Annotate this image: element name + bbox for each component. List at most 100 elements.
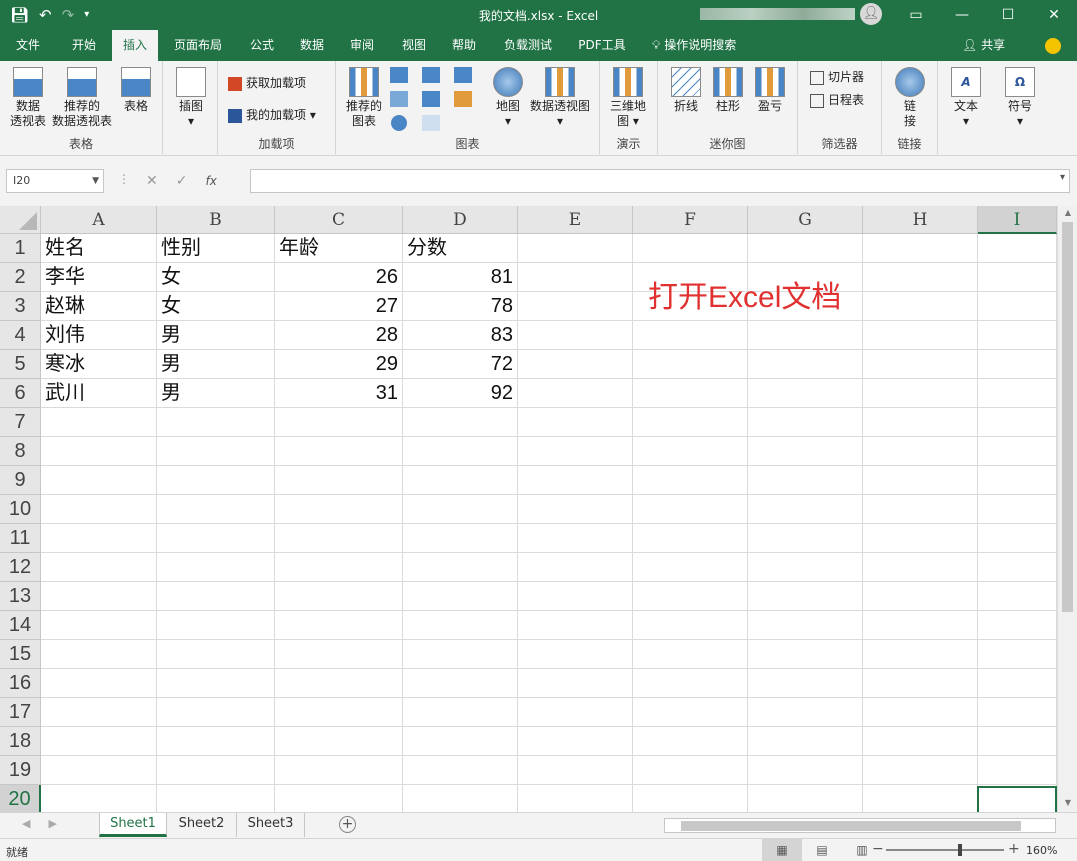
cell-c4[interactable]: 28: [275, 321, 403, 350]
cell-e19[interactable]: [518, 756, 633, 785]
cell-d14[interactable]: [403, 611, 518, 640]
sheet-tab-sheet2[interactable]: Sheet2: [167, 813, 237, 837]
cell-e11[interactable]: [518, 524, 633, 553]
cell-c5[interactable]: 29: [275, 350, 403, 379]
cell-c8[interactable]: [275, 437, 403, 466]
slicer-button[interactable]: 切片器: [810, 69, 864, 85]
worksheet-grid[interactable]: A B C D E F G H I 1 姓名 性别 年龄 分数 2 李华女 26 81 3 赵琳女 2…: [0, 206, 1077, 812]
cell-g14[interactable]: [748, 611, 863, 640]
cell-a12[interactable]: [41, 553, 157, 582]
cell-i1[interactable]: [978, 234, 1057, 263]
row-header-2[interactable]: 2: [0, 263, 41, 292]
cell-a13[interactable]: [41, 582, 157, 611]
hierarchy-chart-button[interactable]: [420, 67, 446, 83]
cell-g13[interactable]: [748, 582, 863, 611]
row-header-4[interactable]: 4: [0, 321, 41, 350]
cell-f16[interactable]: [633, 669, 748, 698]
cell-i17[interactable]: [978, 698, 1057, 727]
cell-f19[interactable]: [633, 756, 748, 785]
zoom-slider[interactable]: [886, 844, 1004, 856]
user-avatar-icon[interactable]: 👤︎: [860, 3, 882, 25]
row-header-15[interactable]: 15: [0, 640, 41, 669]
cell-h16[interactable]: [863, 669, 978, 698]
row-header-16[interactable]: 16: [0, 669, 41, 698]
cell-d7[interactable]: [403, 408, 518, 437]
cell-e17[interactable]: [518, 698, 633, 727]
name-box[interactable]: I20 ▼: [6, 169, 104, 193]
cell-b20[interactable]: [157, 785, 275, 812]
sheet-tab-sheet3[interactable]: Sheet3: [237, 813, 305, 837]
cell-i6[interactable]: [978, 379, 1057, 408]
cell-g15[interactable]: [748, 640, 863, 669]
cell-g11[interactable]: [748, 524, 863, 553]
cell-c2[interactable]: 26: [275, 263, 403, 292]
tab-help[interactable]: 帮助: [442, 30, 486, 61]
row-header-18[interactable]: 18: [0, 727, 41, 756]
cell-a16[interactable]: [41, 669, 157, 698]
cell-h11[interactable]: [863, 524, 978, 553]
tab-data[interactable]: 数据: [290, 30, 334, 61]
cell-i18[interactable]: [978, 727, 1057, 756]
cell-a11[interactable]: [41, 524, 157, 553]
zoom-in-icon[interactable]: +: [1008, 841, 1020, 857]
cell-e18[interactable]: [518, 727, 633, 756]
cell-f13[interactable]: [633, 582, 748, 611]
cell-a8[interactable]: [41, 437, 157, 466]
cell-h12[interactable]: [863, 553, 978, 582]
cell-b16[interactable]: [157, 669, 275, 698]
cell-d16[interactable]: [403, 669, 518, 698]
zoom-out-icon[interactable]: −: [872, 841, 884, 857]
cell-h1[interactable]: [863, 234, 978, 263]
cell-b3[interactable]: 女: [157, 292, 275, 321]
enter-icon[interactable]: ✓: [176, 169, 188, 193]
cell-g9[interactable]: [748, 466, 863, 495]
row-header-20[interactable]: 20: [0, 785, 41, 812]
scatter-chart-button[interactable]: [420, 115, 446, 131]
cell-h4[interactable]: [863, 321, 978, 350]
cell-h18[interactable]: [863, 727, 978, 756]
cell-d15[interactable]: [403, 640, 518, 669]
cell-c9[interactable]: [275, 466, 403, 495]
cell-i16[interactable]: [978, 669, 1057, 698]
cell-a18[interactable]: [41, 727, 157, 756]
sparkline-winloss-button[interactable]: 盈亏: [752, 67, 788, 114]
column-header-i[interactable]: I: [978, 206, 1057, 234]
line-chart-button[interactable]: [388, 91, 414, 107]
cell-b11[interactable]: [157, 524, 275, 553]
cell-g16[interactable]: [748, 669, 863, 698]
horizontal-scroll-thumb[interactable]: [681, 821, 1021, 831]
cell-g12[interactable]: [748, 553, 863, 582]
cell-g5[interactable]: [748, 350, 863, 379]
tab-insert[interactable]: 插入: [112, 30, 158, 61]
waterfall-chart-button[interactable]: [452, 67, 478, 83]
cell-b7[interactable]: [157, 408, 275, 437]
cell-c7[interactable]: [275, 408, 403, 437]
cell-h7[interactable]: [863, 408, 978, 437]
cell-c16[interactable]: [275, 669, 403, 698]
tab-pdf-tools[interactable]: PDF工具: [574, 30, 630, 61]
cell-e14[interactable]: [518, 611, 633, 640]
cell-d2[interactable]: 81: [403, 263, 518, 292]
pivot-table-button[interactable]: 数据 透视表: [6, 67, 50, 129]
cell-i13[interactable]: [978, 582, 1057, 611]
zoom-level[interactable]: 160%: [1026, 844, 1057, 857]
row-header-19[interactable]: 19: [0, 756, 41, 785]
tab-home[interactable]: 开始: [62, 30, 106, 61]
insert-function-icon[interactable]: fx: [205, 169, 216, 193]
cell-a6[interactable]: 武川: [41, 379, 157, 408]
cell-d18[interactable]: [403, 727, 518, 756]
normal-view-icon[interactable]: ▦: [762, 839, 802, 861]
cell-h9[interactable]: [863, 466, 978, 495]
table-button[interactable]: 表格: [116, 67, 156, 114]
row-header-14[interactable]: 14: [0, 611, 41, 640]
cell-e3[interactable]: [518, 292, 633, 321]
cell-c19[interactable]: [275, 756, 403, 785]
cell-a15[interactable]: [41, 640, 157, 669]
cell-h10[interactable]: [863, 495, 978, 524]
column-header-f[interactable]: F: [633, 206, 748, 234]
cell-a9[interactable]: [41, 466, 157, 495]
cell-i4[interactable]: [978, 321, 1057, 350]
cell-b14[interactable]: [157, 611, 275, 640]
cell-c11[interactable]: [275, 524, 403, 553]
column-header-b[interactable]: B: [157, 206, 275, 234]
